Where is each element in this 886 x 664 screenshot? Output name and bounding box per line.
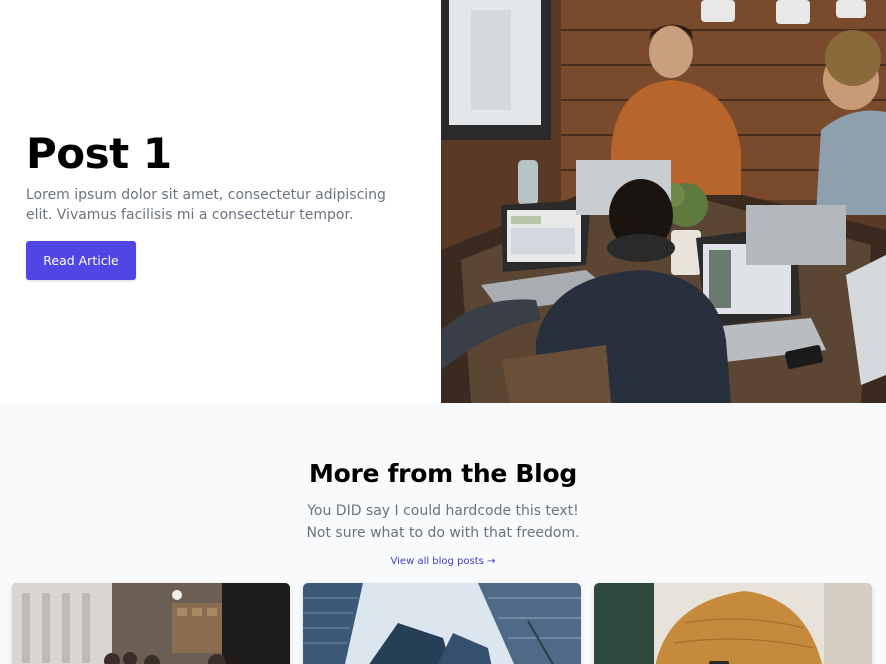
hero-title: Post 1 xyxy=(26,129,172,178)
person-in-yellow-sweater-image xyxy=(594,583,872,664)
skyscrapers-image xyxy=(303,583,581,664)
cafe-interior-image xyxy=(12,583,290,664)
view-all-posts-link[interactable]: View all blog posts → xyxy=(0,555,886,569)
blog-card-1[interactable] xyxy=(12,583,290,664)
blog-card-3[interactable] xyxy=(594,583,872,664)
hero-image xyxy=(441,0,886,403)
blog-section-title: More from the Blog xyxy=(309,459,577,488)
hero-section: Post 1 Lorem ipsum dolor sit amet, conse… xyxy=(0,0,886,403)
hero-description: Lorem ipsum dolor sit amet, consectetur … xyxy=(26,187,386,223)
blog-section-subtitle: You DID say I could hardcode this text! … xyxy=(0,500,886,544)
hero-text-block: Post 1 Lorem ipsum dolor sit amet, conse… xyxy=(26,128,426,280)
read-article-button[interactable]: Read Article xyxy=(26,241,136,280)
more-from-blog-section: More from the Blog You DID say I could h… xyxy=(0,403,886,664)
blog-subtitle-line-1: You DID say I could hardcode this text! xyxy=(307,503,579,519)
blog-card-2[interactable] xyxy=(303,583,581,664)
blog-subtitle-line-2: Not sure what to do with that freedom. xyxy=(306,525,580,541)
